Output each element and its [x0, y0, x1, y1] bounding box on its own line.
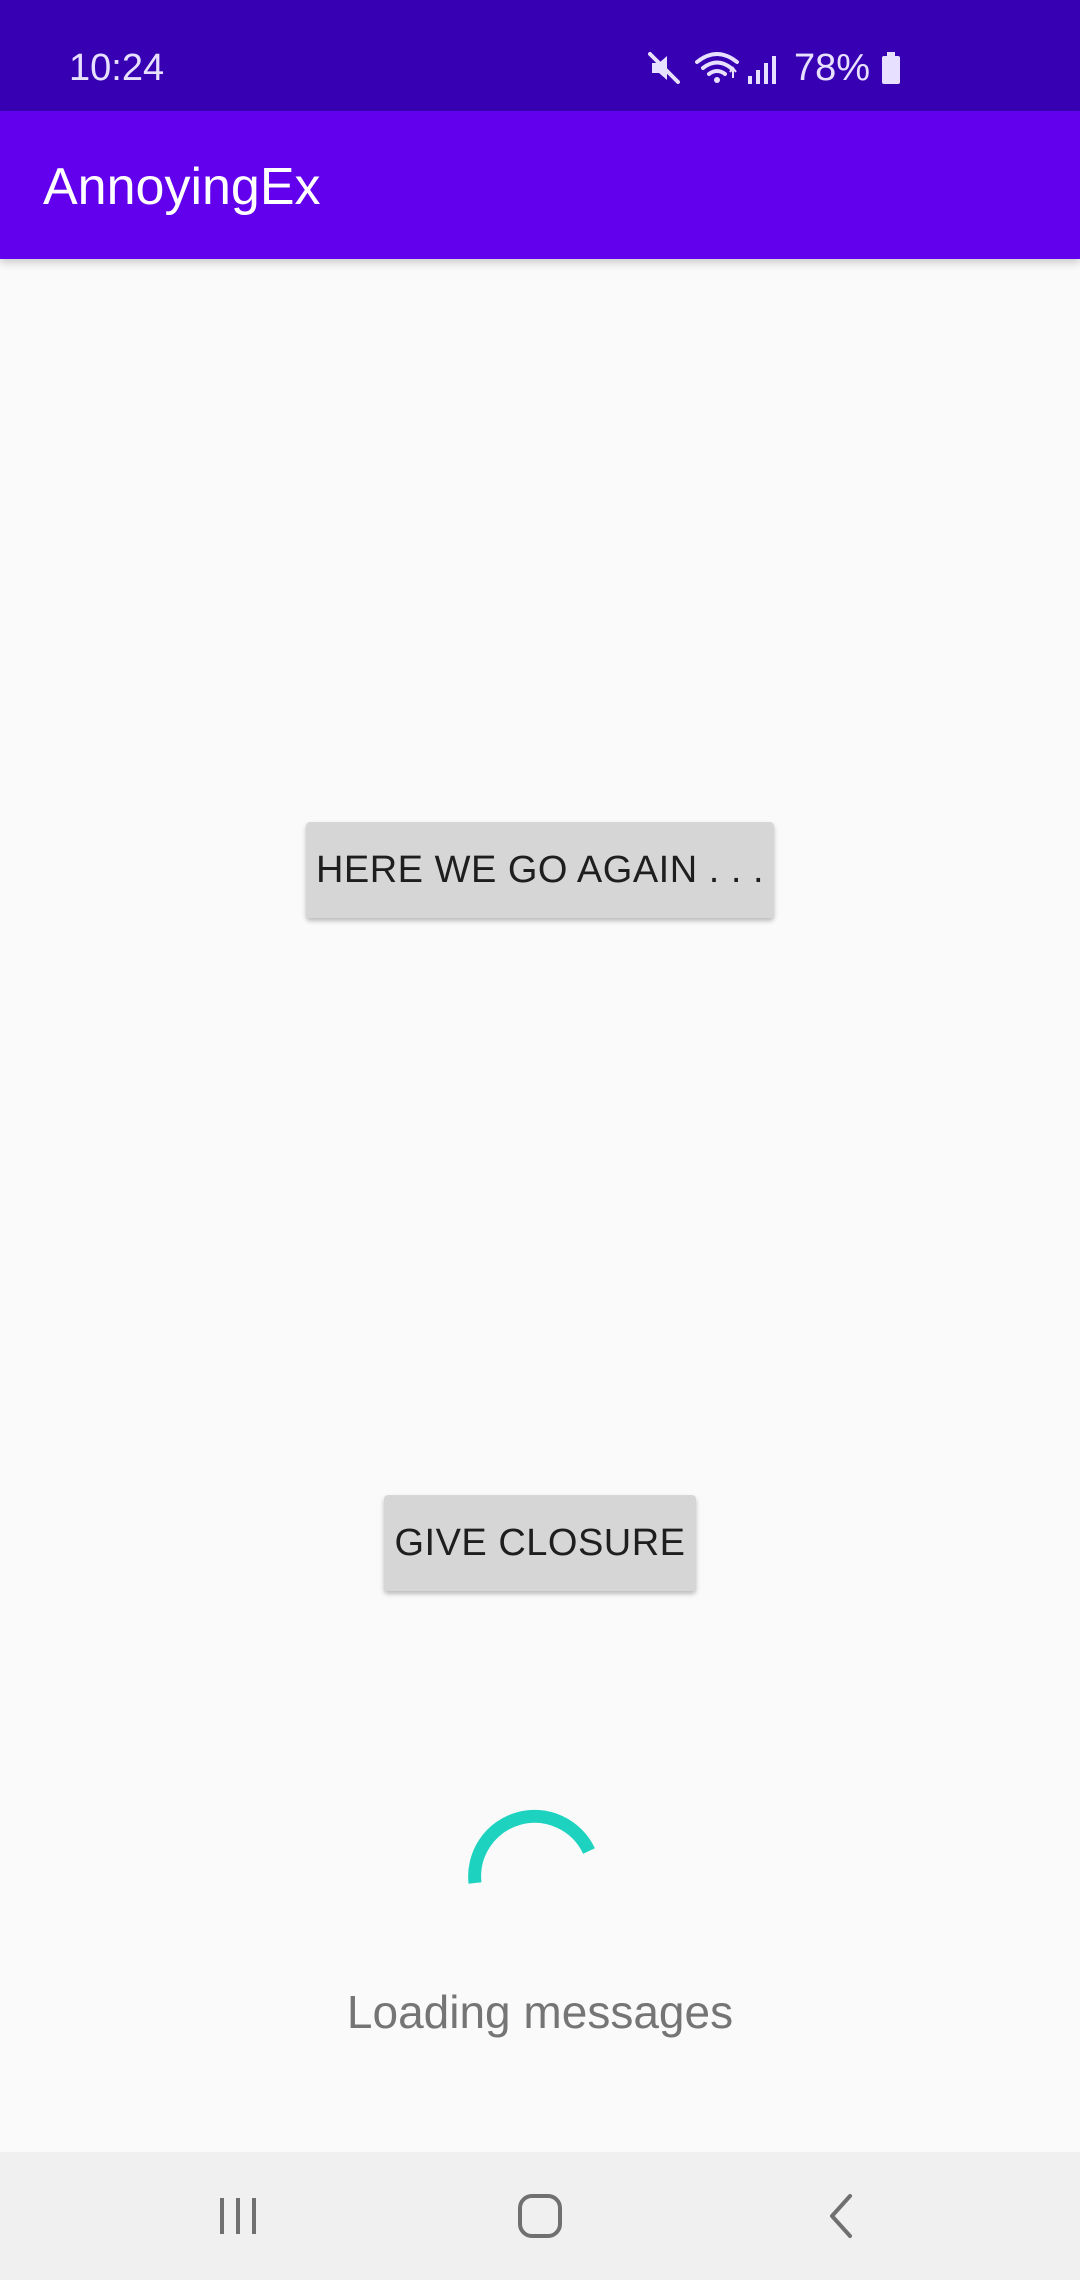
give-closure-button[interactable]: GIVE CLOSURE: [384, 1495, 696, 1591]
battery-icon: [880, 48, 902, 88]
mute-icon: [644, 48, 684, 88]
loading-spinner: [463, 1803, 613, 1953]
wifi-icon: [694, 48, 739, 88]
status-icons: 78%: [644, 44, 902, 92]
status-time: 10:24: [69, 47, 165, 89]
battery-percent: 78%: [793, 47, 870, 89]
signal-icon: [744, 48, 784, 88]
home-icon[interactable]: [510, 2186, 570, 2246]
app-bar: AnnoyingEx: [0, 111, 1080, 259]
here-we-go-again-button[interactable]: HERE WE GO AGAIN . . .: [306, 822, 774, 918]
back-icon[interactable]: [812, 2186, 872, 2246]
navigation-bar: [0, 2152, 1080, 2280]
app-title: AnnoyingEx: [43, 158, 321, 216]
recents-icon[interactable]: [208, 2186, 268, 2246]
loading-text: Loading messages: [346, 1986, 734, 2038]
status-bar: 10:24 78%: [0, 0, 1080, 111]
